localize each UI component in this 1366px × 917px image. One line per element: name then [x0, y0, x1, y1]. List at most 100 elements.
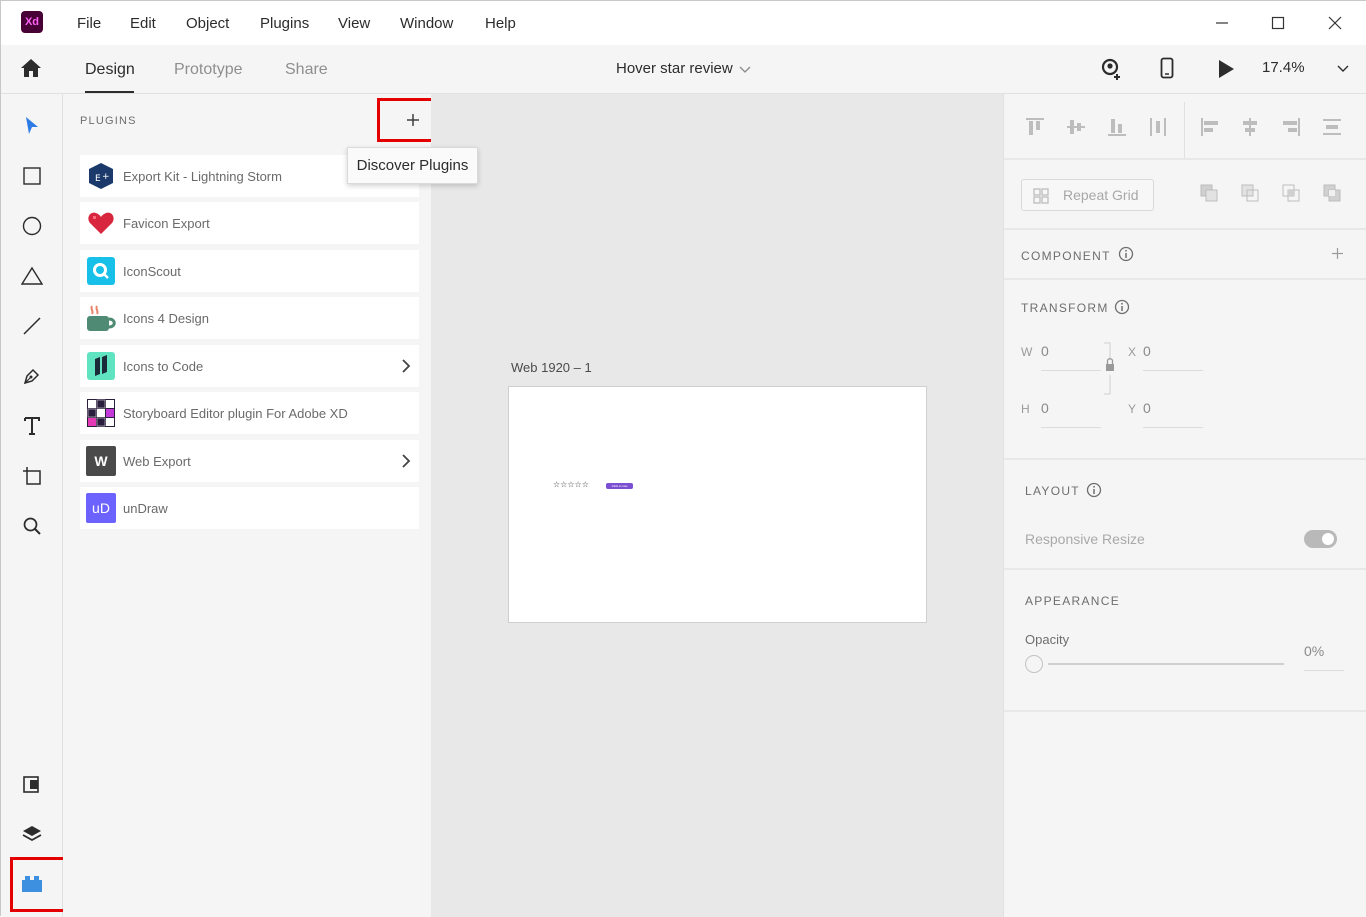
distribute-vertical-icon[interactable] — [1147, 116, 1169, 138]
opacity-value[interactable]: 0% — [1304, 643, 1324, 659]
active-tab-indicator — [85, 91, 134, 93]
xd-logo: Xd — [21, 11, 43, 33]
magnifier-icon — [23, 517, 41, 535]
align-middle-icon[interactable] — [1065, 116, 1087, 138]
responsive-resize-toggle[interactable] — [1304, 530, 1337, 548]
plugin-label: Icons to Code — [123, 359, 204, 374]
align-left-icon[interactable] — [1199, 116, 1221, 138]
tab-share[interactable]: Share — [285, 61, 328, 79]
layers-panel-button[interactable] — [17, 819, 47, 849]
chevron-right-icon[interactable] — [399, 453, 413, 469]
height-underline — [1041, 427, 1101, 428]
grid-icon — [1033, 188, 1049, 204]
menu-object[interactable]: Object — [186, 15, 229, 32]
minimize-button[interactable] — [1207, 9, 1237, 37]
plugin-item[interactable]: Icons to Code — [80, 345, 419, 387]
width-label: W — [1021, 345, 1033, 359]
boolean-subtract-icon[interactable] — [1240, 183, 1260, 203]
appearance-title: APPEARANCE — [1025, 594, 1121, 608]
height-input[interactable]: 0 — [1041, 400, 1049, 416]
text-icon — [24, 417, 40, 435]
polygon-tool[interactable] — [17, 261, 47, 291]
plugins-panel: PLUGINS Discover Plugins E + Export Kit -… — [63, 94, 478, 917]
align-bottom-icon[interactable] — [1106, 116, 1128, 138]
chevron-down-icon[interactable] — [739, 64, 751, 74]
zoom-level[interactable]: 17.4% — [1262, 59, 1305, 76]
boolean-intersect-icon[interactable] — [1281, 183, 1301, 203]
chevron-down-icon[interactable] — [1337, 63, 1349, 73]
select-tool[interactable] — [17, 111, 47, 141]
boolean-exclude-icon[interactable] — [1322, 183, 1342, 203]
play-icon — [1219, 60, 1234, 78]
tab-design[interactable]: Design — [85, 61, 135, 79]
arrow-pointer-icon — [26, 117, 38, 134]
invite-user-button[interactable] — [1099, 57, 1125, 81]
plugin-item[interactable]: Favicon Export — [80, 202, 419, 244]
maximize-button[interactable] — [1263, 9, 1293, 37]
menu-help[interactable]: Help — [485, 15, 516, 32]
discover-plugins-tooltip: Discover Plugins — [347, 147, 478, 184]
plugin-label: IconScout — [123, 264, 181, 279]
top-bar: Design Prototype Share Hover star review… — [1, 45, 1366, 94]
boolean-add-icon[interactable] — [1199, 183, 1219, 203]
property-inspector: Repeat Grid COMPONENT TRANSFORM W 0 X 0 … — [1003, 94, 1366, 917]
adobe-xd-window: Xd File Edit Object Plugins View Window … — [0, 0, 1366, 917]
svg-text:E: E — [95, 174, 101, 184]
ellipse-tool[interactable] — [17, 211, 47, 241]
plugin-item[interactable]: uD unDraw — [80, 487, 419, 529]
opacity-slider-thumb[interactable] — [1025, 655, 1043, 673]
artboard-icon — [23, 467, 41, 485]
align-center-icon[interactable] — [1239, 116, 1261, 138]
close-button[interactable] — [1320, 9, 1350, 37]
x-input[interactable]: 0 — [1143, 343, 1151, 359]
rate-button[interactable]: Click to rate — [606, 483, 633, 489]
opacity-underline — [1304, 670, 1344, 671]
add-component-icon[interactable] — [1331, 247, 1344, 260]
menu-window[interactable]: Window — [400, 15, 453, 32]
info-icon[interactable] — [1118, 246, 1134, 262]
repeat-grid-button[interactable]: Repeat Grid — [1021, 179, 1154, 211]
opacity-label: Opacity — [1025, 632, 1070, 647]
chevron-right-icon[interactable] — [399, 358, 413, 374]
menu-view[interactable]: View — [338, 15, 370, 32]
opacity-slider-track[interactable] — [1048, 663, 1284, 665]
pen-tool[interactable] — [17, 361, 47, 391]
artboard-label[interactable]: Web 1920 – 1 — [511, 360, 592, 375]
artboard[interactable]: ☆☆☆☆☆ Click to rate — [508, 386, 927, 623]
star-rating[interactable]: ☆☆☆☆☆ — [553, 481, 589, 489]
icons-to-code-icon — [86, 351, 116, 381]
plugin-item[interactable]: Icons 4 Design — [80, 297, 419, 339]
artboard-tool[interactable] — [17, 461, 47, 491]
text-tool[interactable] — [17, 411, 47, 441]
plugin-item[interactable]: IconScout — [80, 250, 419, 292]
info-icon[interactable] — [1086, 482, 1102, 498]
info-icon[interactable] — [1114, 299, 1130, 315]
plugin-item[interactable]: W Web Export — [80, 440, 419, 482]
align-top-icon[interactable] — [1024, 116, 1046, 138]
menu-file[interactable]: File — [77, 15, 101, 32]
width-input[interactable]: 0 — [1041, 343, 1049, 359]
preview-play-button[interactable] — [1217, 59, 1237, 79]
layout-section — [1004, 460, 1366, 570]
menu-plugins[interactable]: Plugins — [260, 15, 309, 32]
plugin-label: unDraw — [123, 501, 168, 516]
device-preview-button[interactable] — [1160, 57, 1180, 81]
plugin-label: Web Export — [123, 454, 191, 469]
rectangle-tool[interactable] — [17, 161, 47, 191]
design-canvas[interactable]: Web 1920 – 1 ☆☆☆☆☆ Click to rate — [431, 94, 1003, 917]
line-tool[interactable] — [17, 311, 47, 341]
distribute-horizontal-icon[interactable] — [1321, 116, 1343, 138]
svg-text:+: + — [102, 172, 110, 182]
plugin-label: Storyboard Editor plugin For Adobe XD — [123, 406, 348, 421]
plugin-item[interactable]: Storyboard Editor plugin For Adobe XD — [80, 392, 419, 434]
zoom-tool[interactable] — [17, 511, 47, 541]
tab-prototype[interactable]: Prototype — [174, 61, 242, 79]
assets-panel-button[interactable] — [17, 769, 47, 799]
home-button[interactable] — [19, 57, 45, 81]
align-right-icon[interactable] — [1280, 116, 1302, 138]
y-input[interactable]: 0 — [1143, 400, 1151, 416]
x-label: X — [1128, 345, 1137, 359]
document-title[interactable]: Hover star review — [616, 60, 733, 77]
menu-edit[interactable]: Edit — [130, 15, 156, 32]
aspect-lock-icon[interactable] — [1102, 342, 1116, 396]
